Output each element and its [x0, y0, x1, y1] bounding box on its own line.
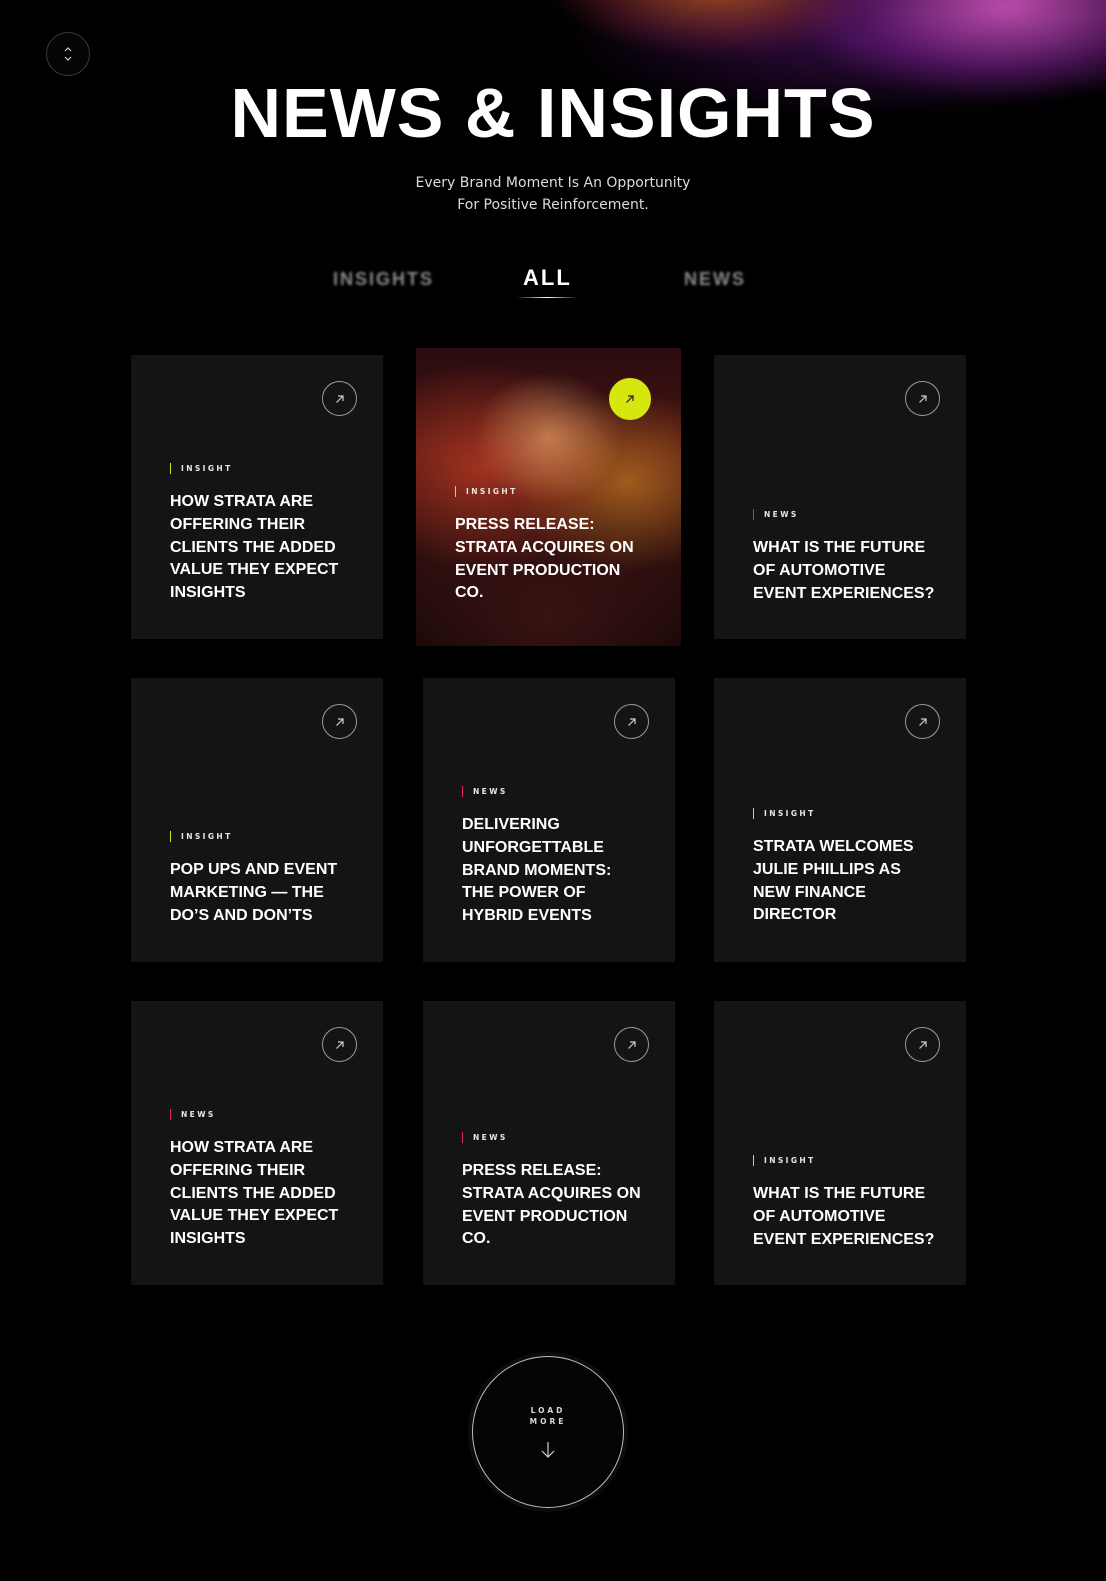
open-article-button[interactable] [905, 381, 940, 416]
article-title-line: CLIENTS THE ADDED [170, 1184, 336, 1202]
category-tag: INSIGHT [170, 831, 233, 842]
article-title-line: STRATA ACQUIRES ON [455, 538, 634, 556]
article-title: DELIVERING UNFORGETTABLE BRAND MOMENTS: THE… [462, 814, 652, 928]
article-title: PRESS RELEASE: STRATA ACQUIRES ON EVENT PR… [462, 1160, 652, 1251]
load-more-label-line-1: LOAD [530, 1406, 566, 1415]
article-title-line: EVENT PRODUCTION [462, 1207, 628, 1225]
category-tag: NEWS [462, 1132, 508, 1143]
article-title-line: WHAT IS THE FUTURE [753, 1185, 926, 1202]
article-title-line: HYBRID EVENTS [462, 907, 592, 925]
article-title-line: STRATA WELCOMES [753, 838, 914, 855]
article-title: WHAT IS THE FUTURE OF AUTOMOTIVE EVENT EXP… [753, 1183, 943, 1251]
article-card[interactable]: NEWS PRESS RELEASE: STRATA ACQUIRES ON EVEN… [423, 1001, 675, 1285]
article-title-line: DELIVERING [462, 816, 560, 833]
category-tag: NEWS [462, 786, 508, 797]
subtitle-line-2: For Positive Reinforcement. [457, 197, 649, 213]
arrow-up-right-icon [335, 717, 344, 726]
article-title-line: PRESS RELEASE: [462, 1162, 602, 1179]
article-title-line: CO. [462, 1230, 491, 1248]
article-title-line: INSIGHTS [170, 584, 246, 602]
article-card[interactable]: INSIGHT PRESS RELEASE: STRATA ACQUIRES ON E… [416, 348, 681, 646]
chevron-up-down-icon [64, 47, 72, 61]
open-article-button[interactable] [609, 378, 651, 420]
filter-tabs: INSIGHTS ALL NEWS [0, 265, 1106, 305]
article-title-line: VALUE THEY EXPECT [170, 561, 339, 579]
article-title-line: POP UPS AND EVENT [170, 861, 338, 878]
arrow-down-icon [541, 1442, 555, 1458]
article-title-line: THE POWER OF [462, 884, 586, 902]
article-title: PRESS RELEASE: STRATA ACQUIRES ON EVENT PR… [455, 514, 645, 605]
tab-news[interactable]: NEWS [684, 269, 746, 290]
article-title-line: DIRECTOR [753, 906, 837, 924]
article-title-line: OF AUTOMOTIVE [753, 561, 886, 579]
arrow-up-right-icon [627, 1040, 636, 1049]
article-title-line: OFFERING THEIR [170, 1161, 306, 1179]
article-card[interactable]: INSIGHT STRATA WELCOMES JULIE PHILLIPS AS N… [714, 678, 966, 962]
article-card[interactable]: INSIGHT WHAT IS THE FUTURE OF AUTOMOTIVE EV… [714, 1001, 966, 1285]
load-more-button[interactable]: LOAD MORE [472, 1356, 624, 1508]
article-title-line: OFFERING THEIR [170, 515, 306, 533]
article-title: HOW STRATA ARE OFFERING THEIR CLIENTS THE … [170, 491, 360, 605]
tab-all[interactable]: ALL [523, 265, 572, 291]
article-title-line: JULIE PHILLIPS AS [753, 860, 901, 878]
article-title-line: EVENT EXPERIENCES? [753, 1230, 935, 1248]
article-title-line: CLIENTS THE ADDED [170, 538, 336, 556]
article-title-line: HOW STRATA ARE [170, 1139, 314, 1156]
article-title-line: STRATA ACQUIRES ON [462, 1184, 641, 1202]
article-card[interactable]: NEWS WHAT IS THE FUTURE OF AUTOMOTIVE EVENT… [714, 355, 966, 639]
article-card[interactable]: NEWS DELIVERING UNFORGETTABLE BRAND MOMENTS… [423, 678, 675, 962]
article-title-line: DO’S AND DON’TS [170, 906, 313, 924]
tab-insights[interactable]: INSIGHTS [333, 269, 434, 290]
article-card[interactable]: INSIGHT HOW STRATA ARE OFFERING THEIR CLIEN… [131, 355, 383, 639]
open-article-button[interactable] [614, 1027, 649, 1062]
open-article-button[interactable] [322, 1027, 357, 1062]
article-title-line: MARKETING — THE [170, 883, 324, 901]
category-tag: NEWS [753, 509, 799, 520]
arrow-up-right-icon [918, 717, 927, 726]
open-article-button[interactable] [905, 704, 940, 739]
arrow-up-right-icon [918, 1040, 927, 1049]
article-title-line: WHAT IS THE FUTURE [753, 539, 926, 556]
article-title-line: EVENT EXPERIENCES? [753, 584, 935, 602]
category-tag: INSIGHT [753, 1155, 816, 1166]
open-article-button[interactable] [322, 704, 357, 739]
arrow-up-right-icon [335, 394, 344, 403]
article-title-line: NEW FINANCE [753, 883, 866, 901]
open-article-button[interactable] [322, 381, 357, 416]
category-tag: NEWS [170, 1109, 216, 1120]
article-title: STRATA WELCOMES JULIE PHILLIPS AS NEW FINA… [753, 836, 943, 927]
article-title-line: VALUE THEY EXPECT [170, 1207, 339, 1225]
open-article-button[interactable] [905, 1027, 940, 1062]
page-subtitle: Every Brand Moment Is An Opportunity For… [0, 172, 1106, 216]
category-tag: INSIGHT [455, 486, 518, 497]
arrow-up-right-icon [918, 394, 927, 403]
category-tag: INSIGHT [170, 463, 233, 474]
scroll-toggle-button[interactable] [46, 32, 90, 76]
article-title-line: BRAND MOMENTS: [462, 861, 612, 879]
article-title-line: HOW STRATA ARE [170, 493, 314, 510]
article-card[interactable]: NEWS HOW STRATA ARE OFFERING THEIR CLIENTS … [131, 1001, 383, 1285]
article-title-line: INSIGHTS [170, 1230, 246, 1248]
article-title-line: UNFORGETTABLE [462, 838, 604, 856]
arrow-up-right-icon [335, 1040, 344, 1049]
load-more-label-line-2: MORE [529, 1417, 567, 1426]
article-card[interactable]: INSIGHT POP UPS AND EVENT MARKETING — THE D… [131, 678, 383, 962]
arrow-up-right-icon [627, 717, 636, 726]
page-title: NEWS & INSIGHTS [230, 74, 876, 152]
article-title-line: OF AUTOMOTIVE [753, 1207, 886, 1225]
article-title-line: CO. [455, 584, 484, 602]
subtitle-line-1: Every Brand Moment Is An Opportunity [415, 175, 691, 191]
arrow-up-right-icon [626, 395, 634, 403]
article-title: POP UPS AND EVENT MARKETING — THE DO’S AND… [170, 859, 360, 927]
article-title: WHAT IS THE FUTURE OF AUTOMOTIVE EVENT EXP… [753, 537, 943, 605]
category-tag: INSIGHT [753, 808, 816, 819]
article-title-line: PRESS RELEASE: [455, 516, 595, 533]
article-title-line: EVENT PRODUCTION [455, 561, 621, 579]
open-article-button[interactable] [614, 704, 649, 739]
article-title: HOW STRATA ARE OFFERING THEIR CLIENTS THE … [170, 1137, 360, 1251]
